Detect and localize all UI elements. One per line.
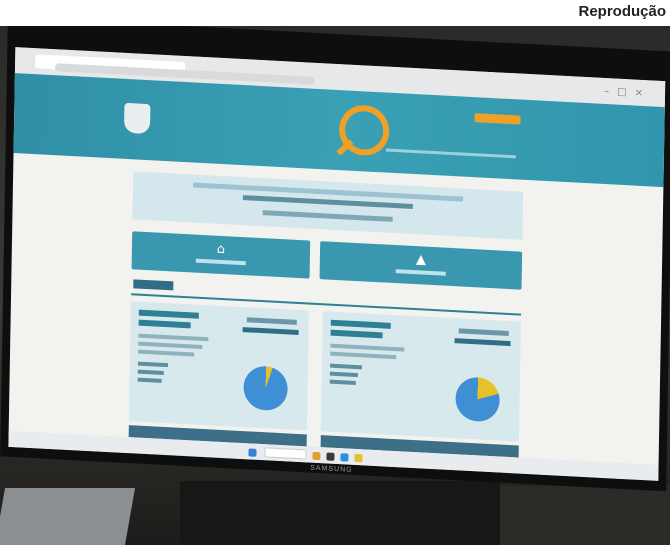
pie-chart (455, 376, 500, 423)
home-icon: ⌂ (216, 241, 226, 258)
pie-chart (243, 365, 288, 412)
start-icon[interactable] (248, 448, 257, 457)
monitor-brand: SAMSUNG (310, 464, 353, 474)
card-left (128, 301, 309, 447)
keyboard (0, 488, 136, 545)
info-button[interactable]: ▲ (319, 241, 523, 290)
photo-credit: Reprodução (578, 3, 666, 20)
notice-box (132, 171, 524, 240)
monitor: –□× ⌂ ▲ SAMSUNG (0, 26, 670, 492)
portal-logo-tagline (385, 148, 516, 159)
browser-icon[interactable] (340, 453, 349, 462)
building-icon: ▲ (415, 252, 427, 268)
window-controls[interactable]: –□× (604, 86, 651, 99)
folder-icon[interactable] (312, 451, 321, 461)
crest-icon (123, 102, 151, 135)
search-input[interactable] (264, 447, 307, 460)
portal-badge (474, 113, 521, 125)
home-button[interactable]: ⌂ (131, 231, 311, 279)
desk (480, 486, 670, 545)
monitor-screen: –□× ⌂ ▲ (8, 47, 666, 481)
card-right (320, 311, 521, 458)
app-icon[interactable] (326, 452, 335, 461)
photo-scene: –□× ⌂ ▲ SAMSUNG (0, 26, 670, 545)
app-icon[interactable] (354, 453, 363, 463)
monitor-stand (180, 481, 500, 545)
